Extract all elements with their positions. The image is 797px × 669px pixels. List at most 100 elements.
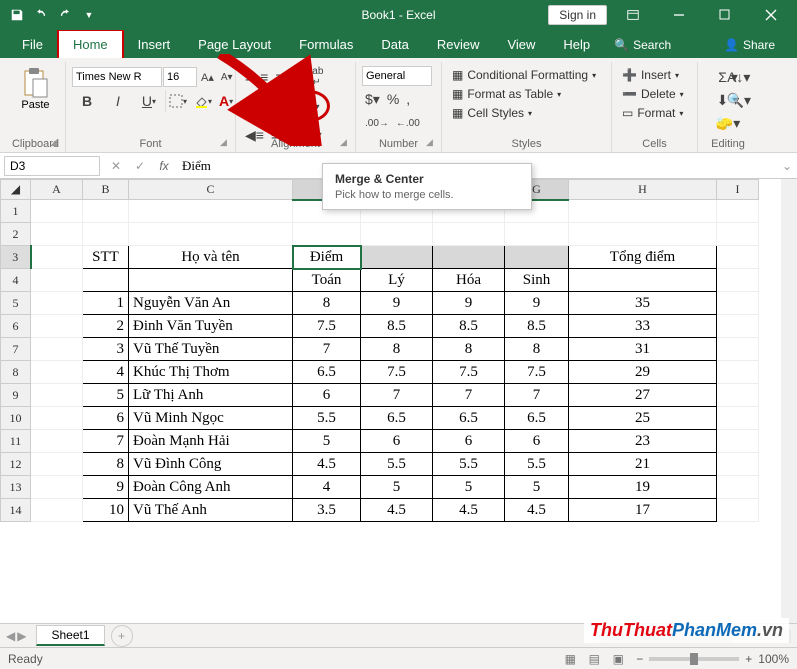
table-cell[interactable]: 6 [83,407,129,430]
table-cell[interactable]: 6 [505,430,569,453]
font-family-select[interactable] [72,67,162,87]
table-cell[interactable]: Lữ Thị Anh [129,384,293,407]
row-header[interactable]: 6 [1,315,31,338]
table-cell[interactable]: Khúc Thị Thơm [129,361,293,384]
row-header[interactable]: 14 [1,499,31,522]
row-header[interactable]: 13 [1,476,31,499]
row-header[interactable]: 11 [1,430,31,453]
row-header[interactable]: 5 [1,292,31,315]
align-right-icon[interactable]: ≡ [272,95,286,117]
sign-in-button[interactable]: Sign in [548,5,607,25]
table-cell[interactable]: 4.5 [361,499,433,522]
table-cell[interactable]: 23 [569,430,717,453]
table-cell[interactable]: Đoàn Mạnh Hải [129,430,293,453]
table-cell[interactable]: Nguyễn Văn An [129,292,293,315]
table-cell[interactable]: Vũ Thế Anh [129,499,293,522]
table-cell[interactable]: 8.5 [433,315,505,338]
tab-home[interactable]: Home [57,29,124,58]
table-cell[interactable]: Hóa [433,269,505,292]
table-cell[interactable]: 4.5 [505,499,569,522]
table-cell[interactable]: 6 [293,384,361,407]
table-cell[interactable]: 27 [569,384,717,407]
align-bottom-icon[interactable]: ≡ [272,66,286,88]
table-cell[interactable]: 3 [83,338,129,361]
table-cell[interactable]: Đinh Văn Tuyền [129,315,293,338]
align-left-icon[interactable]: ≡ [242,95,256,117]
col-header[interactable]: B [83,180,129,200]
tab-data[interactable]: Data [367,31,422,58]
zoom-level[interactable]: 100% [758,652,789,666]
table-cell[interactable]: 5.5 [293,407,361,430]
format-as-table-button[interactable]: ▦Format as Table▾ [448,85,605,103]
tab-formulas[interactable]: Formulas [285,31,367,58]
minimize-button[interactable] [659,0,699,30]
table-cell[interactable]: 3.5 [293,499,361,522]
table-cell[interactable]: 2 [83,315,129,338]
fill-color-button[interactable]: ▾ [191,90,215,112]
table-cell[interactable]: 7 [83,430,129,453]
col-header[interactable]: A [31,180,83,200]
delete-cells-button[interactable]: ➖Delete▾ [618,85,691,103]
table-cell[interactable]: Toán [293,269,361,292]
col-header[interactable]: I [717,180,759,200]
table-cell[interactable]: 8.5 [505,315,569,338]
table-cell[interactable]: 8 [361,338,433,361]
tab-scroll-left-icon[interactable]: ◀ [6,629,15,643]
enter-formula-icon[interactable]: ✓ [128,154,152,178]
table-cell[interactable]: 4.5 [293,453,361,476]
sort-filter-icon[interactable]: A↓▾ [724,66,754,88]
name-box[interactable] [4,156,100,176]
table-cell[interactable]: 17 [569,499,717,522]
table-cell[interactable]: 4 [83,361,129,384]
table-cell[interactable]: 6.5 [505,407,569,430]
table-cell[interactable]: Lý [361,269,433,292]
increase-decimal-icon[interactable]: .00→ [362,112,392,134]
decrease-font-icon[interactable]: A▾ [218,66,236,88]
zoom-slider[interactable] [649,657,739,661]
table-header[interactable]: Họ và tên [129,246,293,269]
cell-styles-button[interactable]: ▦Cell Styles▾ [448,104,605,122]
conditional-formatting-button[interactable]: ▦Conditional Formatting▾ [448,66,605,84]
ribbon-options-icon[interactable] [613,0,653,30]
font-color-button[interactable]: A▾ [216,90,236,112]
share-button[interactable]: 👤Share [710,32,789,58]
table-cell[interactable]: 9 [83,476,129,499]
table-cell[interactable]: 7 [361,384,433,407]
clear-icon[interactable]: 🧽▾ [704,112,752,134]
table-cell[interactable]: 5.5 [505,453,569,476]
expand-formula-bar-icon[interactable]: ⌄ [777,159,797,173]
insert-function-icon[interactable]: fx [152,154,176,178]
table-cell[interactable]: 29 [569,361,717,384]
row-header[interactable]: 2 [1,223,31,246]
decrease-decimal-icon[interactable]: ←.00 [393,112,423,134]
col-header[interactable]: C [129,180,293,200]
table-cell[interactable]: 7.5 [293,315,361,338]
table-header[interactable]: STT [83,246,129,269]
undo-icon[interactable] [30,4,52,26]
worksheet[interactable]: ◢ A B C D E F G H I 1 2 3 STT Họ và tên … [0,179,797,623]
tab-scroll-right-icon[interactable]: ▶ [17,629,26,643]
search-box[interactable]: 🔍Search [604,32,681,58]
table-cell[interactable]: 7 [505,384,569,407]
table-cell[interactable]: 6.5 [293,361,361,384]
table-cell[interactable]: Vũ Thế Tuyền [129,338,293,361]
row-header[interactable]: 7 [1,338,31,361]
paste-button[interactable]: Paste [21,67,49,111]
borders-button[interactable]: ▾ [165,90,190,112]
table-cell[interactable]: 5 [505,476,569,499]
clipboard-launcher[interactable]: ◢ [50,137,62,149]
table-cell[interactable]: 7.5 [433,361,505,384]
row-header[interactable]: 1 [1,200,31,223]
table-cell[interactable]: 19 [569,476,717,499]
align-center-icon[interactable]: ≡ [257,95,271,117]
table-cell[interactable]: 25 [569,407,717,430]
tab-file[interactable]: File [8,31,57,58]
table-cell[interactable]: 5 [83,384,129,407]
table-cell[interactable]: 35 [569,292,717,315]
table-cell[interactable]: Vũ Minh Ngọc [129,407,293,430]
row-header[interactable]: 12 [1,453,31,476]
italic-button[interactable]: I [103,90,133,112]
table-header[interactable] [361,246,433,269]
table-cell[interactable]: 6.5 [361,407,433,430]
table-cell[interactable]: 7.5 [361,361,433,384]
